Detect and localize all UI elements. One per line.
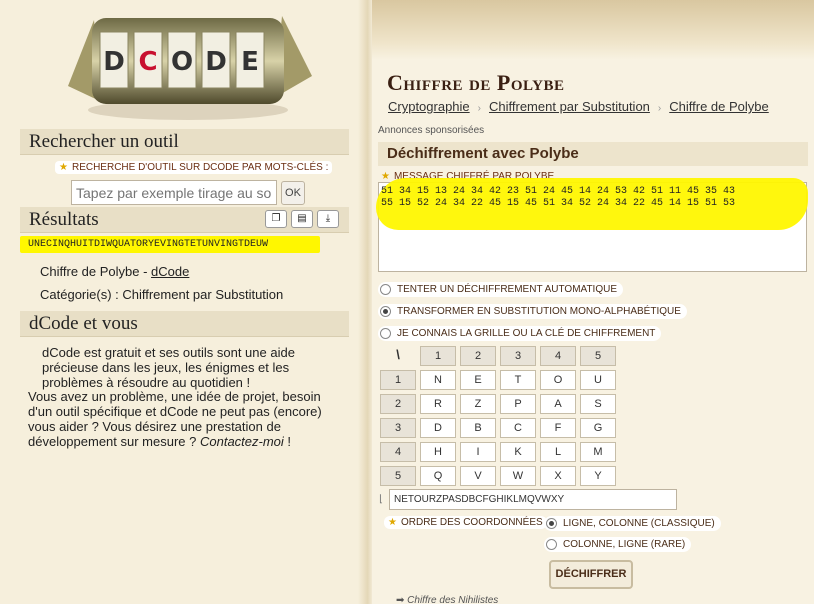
- grid-cell[interactable]: F: [540, 418, 576, 438]
- grid-cell[interactable]: R: [420, 394, 456, 414]
- option-auto[interactable]: TENTER UN DÉCHIFFREMENT AUTOMATIQUE: [378, 282, 624, 297]
- grid-row-header: 3: [380, 418, 416, 438]
- logo-letter: E: [241, 47, 259, 77]
- result-category: Catégorie(s) : Chiffrement par Substitut…: [40, 287, 284, 302]
- grid-col-header: 2: [460, 346, 496, 366]
- grid-cell[interactable]: A: [540, 394, 576, 414]
- ciphertext-value[interactable]: 51 34 15 13 24 34 42 23 51 24 45 14 24 5…: [381, 186, 801, 210]
- page-title: Chiffre de Polybe: [387, 70, 565, 95]
- decrypt-button[interactable]: DÉCHIFFRER: [549, 560, 633, 589]
- logo-letter: O: [171, 47, 193, 77]
- grid-row-header: 5: [380, 466, 416, 486]
- grid-cell[interactable]: P: [500, 394, 536, 414]
- radio-auto[interactable]: [380, 284, 391, 295]
- grid-cell[interactable]: Z: [460, 394, 496, 414]
- result-tool: Chiffre de Polybe - dCode: [40, 264, 190, 279]
- grid-cell[interactable]: Q: [420, 466, 456, 486]
- breadcrumb-item[interactable]: Cryptographie: [388, 99, 470, 114]
- breadcrumb-item[interactable]: Chiffre de Polybe: [669, 99, 769, 114]
- grid-row-header: 4: [380, 442, 416, 462]
- coord-label: ★ ORDRE DES COORDONNÉES: [384, 516, 547, 529]
- nihilist-link[interactable]: ➡ Chiffre des Nihilistes: [396, 595, 498, 604]
- grid-cell[interactable]: B: [460, 418, 496, 438]
- grid-cell[interactable]: X: [540, 466, 576, 486]
- grid-cell[interactable]: E: [460, 370, 496, 390]
- print-icon[interactable]: ▤: [291, 210, 313, 228]
- grid-cell[interactable]: N: [420, 370, 456, 390]
- radio-col-row[interactable]: [546, 539, 557, 550]
- grid-col-header: 5: [580, 346, 616, 366]
- grid-row-header: 2: [380, 394, 416, 414]
- grid-cell[interactable]: K: [500, 442, 536, 462]
- grid-cell[interactable]: L: [540, 442, 576, 462]
- search-ok-button[interactable]: OK: [281, 181, 305, 205]
- grid-cell[interactable]: V: [460, 466, 496, 486]
- star-icon: ★: [59, 162, 68, 173]
- radio-mono[interactable]: [380, 306, 391, 317]
- grid-cell[interactable]: W: [500, 466, 536, 486]
- grid-col-header: 3: [500, 346, 536, 366]
- breadcrumb: Cryptographie › Chiffrement par Substituti…: [388, 99, 769, 114]
- grid-key-input[interactable]: [389, 489, 677, 510]
- grid-cell[interactable]: S: [580, 394, 616, 414]
- dcode-heading: dCode et vous: [20, 311, 349, 337]
- download-icon[interactable]: ⤓: [317, 210, 339, 228]
- logo-letter: D: [205, 47, 227, 77]
- grid-col-header: 4: [540, 346, 576, 366]
- copy-icon[interactable]: ❐: [265, 210, 287, 228]
- dcode-logo[interactable]: DCODE: [60, 6, 320, 124]
- parchment-edge: [372, 0, 814, 60]
- logo-letter: D: [103, 47, 125, 77]
- radio-row-col[interactable]: [546, 518, 557, 529]
- grid-cell[interactable]: D: [420, 418, 456, 438]
- dcode-description: dCode est gratuit et ses outils sont une…: [28, 345, 322, 449]
- grid-cell[interactable]: C: [500, 418, 536, 438]
- grid-col-header: 1: [420, 346, 456, 366]
- grid-cell[interactable]: U: [580, 370, 616, 390]
- grid-cell[interactable]: M: [580, 442, 616, 462]
- option-row-col[interactable]: LIGNE, COLONNE (CLASSIQUE): [544, 516, 721, 531]
- contact-link[interactable]: Contactez-moi: [200, 434, 284, 449]
- grid-row-header: 1: [380, 370, 416, 390]
- grid-cell[interactable]: T: [500, 370, 536, 390]
- search-input[interactable]: [71, 180, 277, 205]
- grid-cell[interactable]: G: [580, 418, 616, 438]
- option-mono[interactable]: TRANSFORMER EN SUBSTITUTION MONO-ALPHABÉ…: [378, 304, 687, 319]
- search-label: ★ RECHERCHE D'OUTIL SUR DCODE PAR MOTS-CL…: [55, 161, 333, 174]
- grid-cell[interactable]: O: [540, 370, 576, 390]
- chevron-right-icon: ›: [657, 103, 662, 114]
- grid-corner: \: [396, 347, 400, 362]
- option-grid[interactable]: JE CONNAIS LA GRILLE OU LA CLÉ DE CHIFFR…: [378, 326, 662, 341]
- grid-cell[interactable]: I: [460, 442, 496, 462]
- box-title: Déchiffrement avec Polybe: [378, 142, 808, 166]
- result-tool-link[interactable]: dCode: [151, 264, 189, 279]
- result-text[interactable]: UNECINQHUITDIWQUATORYEVINGTETUNVINGTDEUW: [20, 236, 320, 253]
- breadcrumb-item[interactable]: Chiffrement par Substitution: [489, 99, 650, 114]
- search-heading: Rechercher un outil: [20, 129, 349, 155]
- logo-letter: C: [138, 47, 157, 77]
- ads-label: Annonces sponsorisées: [378, 125, 485, 136]
- star-icon: ★: [381, 171, 390, 182]
- radio-grid[interactable]: [380, 328, 391, 339]
- star-icon: ★: [388, 517, 397, 528]
- grid-cell[interactable]: Y: [580, 466, 616, 486]
- chevron-right-icon: ›: [477, 103, 481, 114]
- key-corner: ⌊: [379, 494, 383, 505]
- option-col-row[interactable]: COLONNE, LIGNE (RARE): [544, 537, 692, 552]
- grid-cell[interactable]: H: [420, 442, 456, 462]
